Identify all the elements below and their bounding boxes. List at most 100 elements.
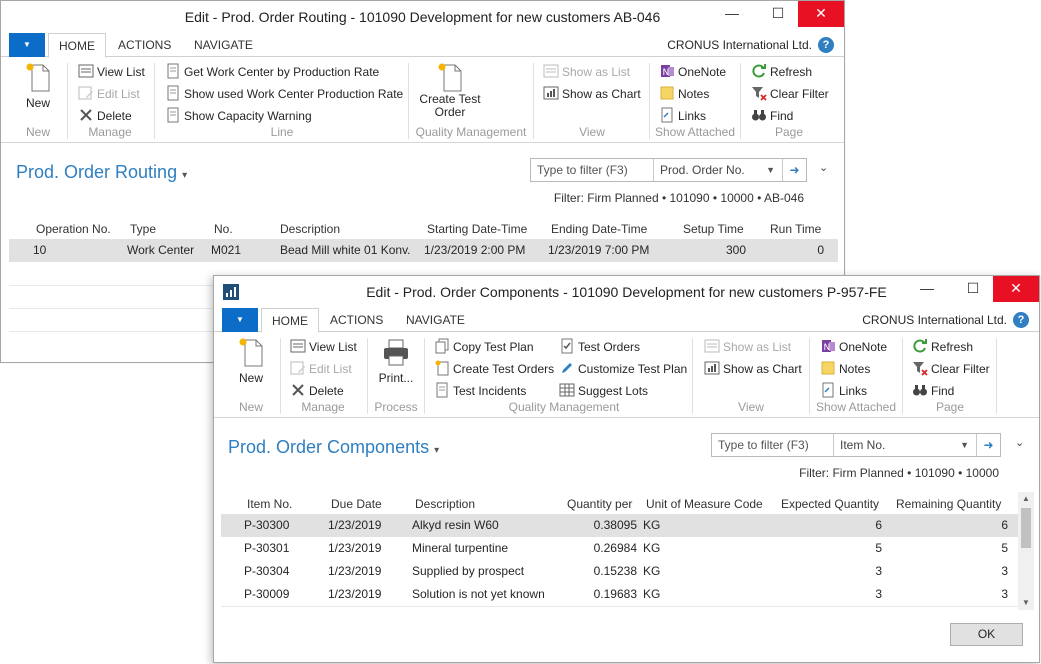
print-button[interactable]: Print... bbox=[373, 336, 419, 385]
maximize-button[interactable]: ☐ bbox=[758, 1, 798, 27]
table-row[interactable]: P-30301 1/23/2019 Mineral turpentine 0.2… bbox=[221, 537, 1018, 560]
notes-button[interactable]: Notes bbox=[820, 359, 870, 379]
find-button[interactable]: Find bbox=[751, 106, 793, 126]
cell-quantity-per: 0.19683 bbox=[593, 587, 637, 601]
show-as-list-button[interactable]: Show as List bbox=[543, 62, 630, 82]
suggest-lots-button[interactable]: Suggest Lots bbox=[559, 381, 648, 401]
col-header-run-time[interactable]: Run Time bbox=[770, 222, 821, 236]
close-button[interactable]: ✕ bbox=[993, 276, 1039, 302]
filter-box[interactable]: Type to filter (F3) Prod. Order No. ▼ ➜ bbox=[530, 158, 807, 182]
tab-actions[interactable]: ACTIONS bbox=[108, 33, 181, 58]
table-row[interactable]: P-30009 1/23/2019 Solution is not yet kn… bbox=[221, 583, 1018, 606]
minimize-button[interactable]: — bbox=[907, 276, 947, 302]
scroll-down-icon[interactable]: ▼ bbox=[1018, 596, 1034, 610]
view-list-icon bbox=[290, 339, 306, 353]
clear-filter-button[interactable]: Clear Filter bbox=[912, 359, 990, 379]
clear-filter-button[interactable]: Clear Filter bbox=[751, 84, 829, 104]
test-incidents-button[interactable]: Test Incidents bbox=[434, 381, 526, 401]
table-row[interactable]: P-30300 1/23/2019 Alkyd resin W60 0.3809… bbox=[221, 514, 1018, 537]
col-header-starting-date-time[interactable]: Starting Date-Time bbox=[427, 222, 527, 236]
copy-test-plan-button[interactable]: Copy Test Plan bbox=[434, 337, 534, 357]
show-capacity-warning-button[interactable]: Show Capacity Warning bbox=[165, 106, 312, 126]
document-icon bbox=[167, 107, 179, 123]
col-header-no[interactable]: No. bbox=[214, 222, 233, 236]
search-input[interactable]: Type to filter (F3) bbox=[718, 434, 809, 456]
page-title[interactable]: Prod. Order Components ▾ bbox=[228, 437, 439, 458]
onenote-button[interactable]: N OneNote bbox=[820, 337, 887, 357]
ok-button[interactable]: OK bbox=[950, 623, 1023, 646]
notes-icon bbox=[660, 86, 674, 100]
new-button[interactable]: New bbox=[15, 61, 61, 110]
create-test-order-button[interactable]: Create Test Order bbox=[415, 61, 485, 119]
page-title[interactable]: Prod. Order Routing ▾ bbox=[16, 162, 187, 183]
notes-label: Notes bbox=[839, 362, 871, 376]
vertical-scrollbar[interactable]: ▲ ▼ bbox=[1018, 492, 1034, 610]
col-header-type[interactable]: Type bbox=[130, 222, 156, 236]
help-icon[interactable]: ? bbox=[818, 37, 834, 53]
links-label: Links bbox=[839, 384, 868, 398]
notes-button[interactable]: Notes bbox=[659, 84, 709, 104]
show-as-list-button[interactable]: Show as List bbox=[704, 337, 791, 357]
cell-unit-of-measure: KG bbox=[643, 518, 661, 532]
new-document-icon bbox=[26, 63, 50, 92]
search-input[interactable]: Type to filter (F3) bbox=[537, 159, 628, 181]
col-header-operation-no[interactable]: Operation No. bbox=[36, 222, 111, 236]
maximize-button[interactable]: ☐ bbox=[953, 276, 993, 302]
apply-filter-arrow-icon[interactable]: ➜ bbox=[976, 434, 1000, 456]
new-document-icon bbox=[239, 338, 263, 367]
refresh-button[interactable]: Refresh bbox=[751, 62, 812, 82]
links-button[interactable]: Links bbox=[659, 106, 706, 126]
view-list-button[interactable]: View List bbox=[78, 62, 145, 82]
col-header-quantity-per[interactable]: Quantity per bbox=[567, 497, 632, 511]
col-header-remaining-quantity[interactable]: Remaining Quantity bbox=[896, 497, 1001, 511]
filter-field-select[interactable]: Prod. Order No. ▼ bbox=[653, 159, 781, 181]
col-header-ending-date-time[interactable]: Ending Date-Time bbox=[551, 222, 647, 236]
app-menu-button[interactable]: ▼ bbox=[222, 308, 258, 332]
new-button[interactable]: New bbox=[228, 336, 274, 385]
col-header-description[interactable]: Description bbox=[415, 497, 475, 511]
minimize-button[interactable]: — bbox=[712, 1, 752, 27]
refresh-button[interactable]: Refresh bbox=[912, 337, 973, 357]
col-header-description[interactable]: Description bbox=[280, 222, 340, 236]
scroll-thumb[interactable] bbox=[1021, 508, 1031, 548]
app-menu-button[interactable]: ▼ bbox=[9, 33, 45, 57]
filter-box[interactable]: Type to filter (F3) Item No. ▼ ➜ bbox=[711, 433, 1001, 457]
delete-button[interactable]: Delete bbox=[78, 106, 132, 126]
tab-home[interactable]: HOME bbox=[261, 308, 319, 333]
test-orders-button[interactable]: Test Orders bbox=[559, 337, 640, 357]
table-row[interactable]: P-30304 1/23/2019 Supplied by prospect 0… bbox=[221, 560, 1018, 583]
filter-field-select[interactable]: Item No. ▼ bbox=[833, 434, 975, 456]
get-work-center-label: Get Work Center by Production Rate bbox=[184, 65, 380, 79]
col-header-setup-time[interactable]: Setup Time bbox=[683, 222, 744, 236]
show-used-work-center-button[interactable]: Show used Work Center Production Rate bbox=[165, 84, 403, 104]
scroll-up-icon[interactable]: ▲ bbox=[1018, 492, 1034, 506]
tab-home[interactable]: HOME bbox=[48, 33, 106, 58]
help-icon[interactable]: ? bbox=[1013, 312, 1029, 328]
close-button[interactable]: ✕ bbox=[798, 1, 844, 27]
tab-navigate[interactable]: NAVIGATE bbox=[396, 308, 475, 333]
collapse-chevron-icon[interactable]: ⌄ bbox=[819, 161, 828, 174]
links-button[interactable]: Links bbox=[820, 381, 867, 401]
view-list-button[interactable]: View List bbox=[290, 337, 357, 357]
show-as-chart-button[interactable]: Show as Chart bbox=[704, 359, 802, 379]
tab-actions[interactable]: ACTIONS bbox=[320, 308, 393, 333]
table-row[interactable]: 10 Work Center M021 Bead Mill white 01 K… bbox=[9, 239, 838, 262]
find-button[interactable]: Find bbox=[912, 381, 954, 401]
group-label-page: Page bbox=[774, 125, 804, 139]
cell-quantity-per: 0.26984 bbox=[593, 541, 637, 555]
col-header-due-date[interactable]: Due Date bbox=[331, 497, 382, 511]
tab-navigate[interactable]: NAVIGATE bbox=[184, 33, 263, 58]
create-test-orders-button[interactable]: Create Test Orders bbox=[434, 359, 554, 379]
delete-button[interactable]: Delete bbox=[290, 381, 344, 401]
col-header-unit-of-measure-code[interactable]: Unit of Measure Code bbox=[646, 497, 763, 511]
edit-list-button[interactable]: Edit List bbox=[78, 84, 140, 104]
show-as-chart-button[interactable]: Show as Chart bbox=[543, 84, 641, 104]
onenote-button[interactable]: N OneNote bbox=[659, 62, 726, 82]
get-work-center-button[interactable]: Get Work Center by Production Rate bbox=[165, 62, 379, 82]
customize-test-plan-button[interactable]: Customize Test Plan bbox=[559, 359, 687, 379]
col-header-item-no[interactable]: Item No. bbox=[247, 497, 292, 511]
apply-filter-arrow-icon[interactable]: ➜ bbox=[782, 159, 806, 181]
edit-list-button[interactable]: Edit List bbox=[290, 359, 352, 379]
col-header-expected-quantity[interactable]: Expected Quantity bbox=[781, 497, 879, 511]
collapse-chevron-icon[interactable]: ⌄ bbox=[1015, 436, 1024, 449]
